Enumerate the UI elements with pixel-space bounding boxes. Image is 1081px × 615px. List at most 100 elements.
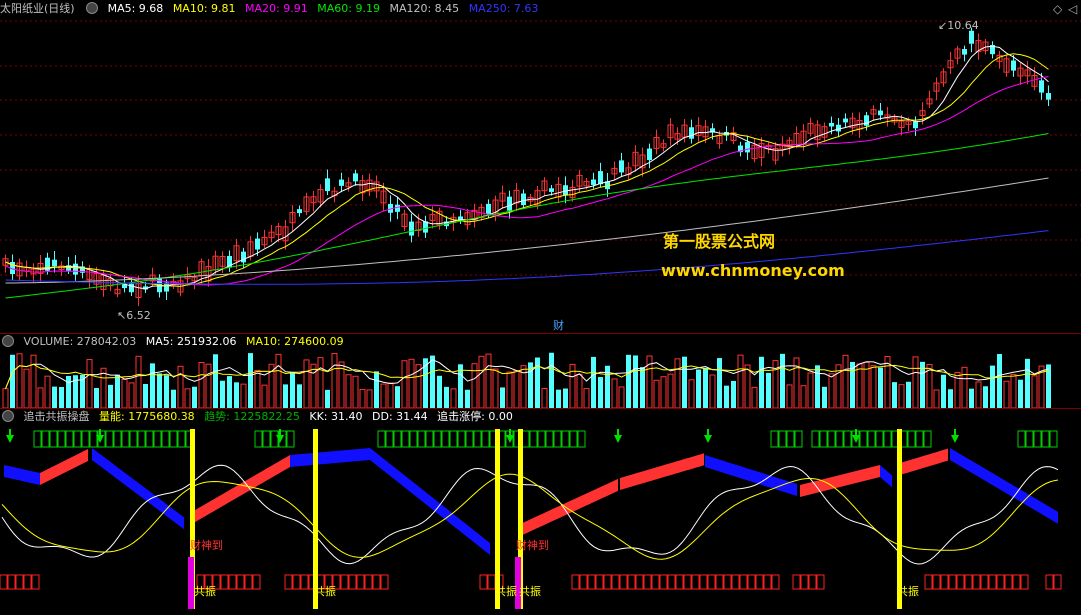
ma250-label: MA250: 7.63 [468, 2, 539, 15]
volume-bar-down [150, 363, 155, 408]
candle-body-down [255, 238, 260, 250]
volume-bar-down [1018, 379, 1023, 408]
stock-title: 太阳纸业(日线) [0, 2, 75, 15]
volume-bar-up [975, 381, 982, 408]
volume-bar-up [317, 357, 324, 408]
volume-bar-up [933, 389, 940, 408]
gongzhen-label-1: 共振 [194, 585, 216, 598]
volume-bar-up [380, 383, 387, 408]
red-signal-box [771, 574, 780, 590]
volume-panel[interactable]: VOLUME: 278042.03 MA5: 251932.06 MA10: 2… [0, 333, 1081, 408]
red-signal-box [755, 574, 764, 590]
green-signal-box [1033, 430, 1042, 448]
volume-bar-down [108, 384, 113, 408]
volume-bar-down [556, 389, 561, 408]
volume-bar-up [86, 359, 93, 408]
red-signal-box [479, 574, 488, 590]
volume-bar-down [640, 367, 645, 408]
volume-bar-up [331, 353, 338, 408]
price-panel[interactable]: 太阳纸业(日线) MA5: 9.68 MA10: 9.81 MA20: 9.91… [0, 0, 1081, 333]
volume-bar-up [2, 388, 9, 408]
volume-bar-up [23, 368, 30, 408]
volume-bar-down [878, 367, 883, 408]
red-signal-box [627, 574, 636, 590]
candle-body-down [598, 171, 603, 185]
volume-bar-up [450, 388, 457, 408]
volume-bar-up [807, 372, 814, 408]
candle-body-down [878, 110, 883, 116]
red-signal-box [715, 574, 724, 590]
diamond-icon[interactable]: ◇ [1053, 2, 1067, 16]
green-signal-box [473, 430, 482, 448]
red-signal-box [675, 574, 684, 590]
red-signal-box [763, 574, 772, 590]
red-signal-box [252, 574, 261, 590]
red-signal-box [651, 574, 660, 590]
volume-bar-down [703, 367, 708, 408]
volume-label: VOLUME: 278042.03 [23, 335, 137, 348]
red-signal-box [348, 574, 357, 590]
liangneng-label: 量能: 1775680.38 [99, 410, 195, 423]
indicator-panel[interactable]: 追击共振操盘 量能: 1775680.38 趋势: 1225822.25 KK:… [0, 408, 1081, 615]
dropdown-icon[interactable] [2, 410, 14, 422]
volume-bar-down [1025, 358, 1030, 408]
green-signal-box [770, 430, 779, 448]
red-signal-box [380, 574, 389, 590]
volume-bar-down [563, 388, 568, 408]
volume-bar-up [30, 354, 37, 408]
red-signal-box [800, 574, 809, 590]
red-signal-box [292, 574, 301, 590]
caishen-label-2: 财神到 [516, 539, 549, 552]
volume-bar-up [576, 373, 583, 408]
dropdown-icon[interactable] [2, 335, 14, 347]
volume-bar-down [52, 386, 57, 408]
volume-bar-down [227, 376, 232, 408]
candle-body-down [962, 49, 967, 55]
volume-bar-down [941, 374, 946, 408]
kk-label: KK: 31.40 [309, 410, 363, 423]
green-signal-box [569, 430, 578, 448]
volume-bar-down [983, 386, 988, 408]
candle-body-down [353, 173, 358, 182]
green-arrow-icon [276, 435, 284, 443]
indicator-name: 追击共振操盘 [23, 410, 90, 423]
volume-bar-down [59, 386, 64, 408]
red-signal-box [1012, 574, 1021, 590]
volume-ma5-label: MA5: 251932.06 [145, 335, 237, 348]
volume-bar-down [248, 353, 253, 408]
dropdown-icon[interactable] [86, 2, 99, 14]
volume-bar-up [842, 354, 849, 408]
expand-icon[interactable]: ◁ [1068, 2, 1081, 16]
volume-bar-up [660, 376, 667, 408]
red-signal-box [611, 574, 620, 590]
volume-bar-up [352, 375, 359, 408]
candle-body-down [829, 122, 834, 127]
candle-body-down [52, 259, 57, 267]
red-signal-box [964, 574, 973, 590]
candle-body-down [1046, 93, 1051, 100]
red-signal-box [659, 574, 668, 590]
red-signal-box [284, 574, 293, 590]
cai-marker[interactable]: 财 [553, 317, 564, 333]
volume-bar-up [667, 373, 674, 408]
ma20-label: MA20: 9.91 [245, 2, 308, 15]
green-signal-box [385, 430, 394, 448]
candle-body-down [745, 142, 750, 153]
green-arrow-icon [951, 435, 959, 443]
high-price-mark: ↙10.64 [938, 19, 979, 32]
volume-bar-down [213, 354, 218, 408]
red-signal-box [996, 574, 1005, 590]
volume-bar-up [653, 379, 660, 408]
volume-bar-down [290, 373, 295, 408]
candle-body-down [836, 124, 841, 132]
volume-bar-down [430, 355, 435, 408]
green-signal-box [89, 430, 98, 448]
green-signal-box [835, 430, 844, 448]
green-signal-box [129, 430, 138, 448]
red-signal-box [683, 574, 692, 590]
volume-bar-up [737, 354, 744, 408]
volume-bar-up [611, 378, 618, 408]
green-signal-box [827, 430, 836, 448]
red-signal-box [244, 574, 253, 590]
blue-band [92, 448, 184, 530]
